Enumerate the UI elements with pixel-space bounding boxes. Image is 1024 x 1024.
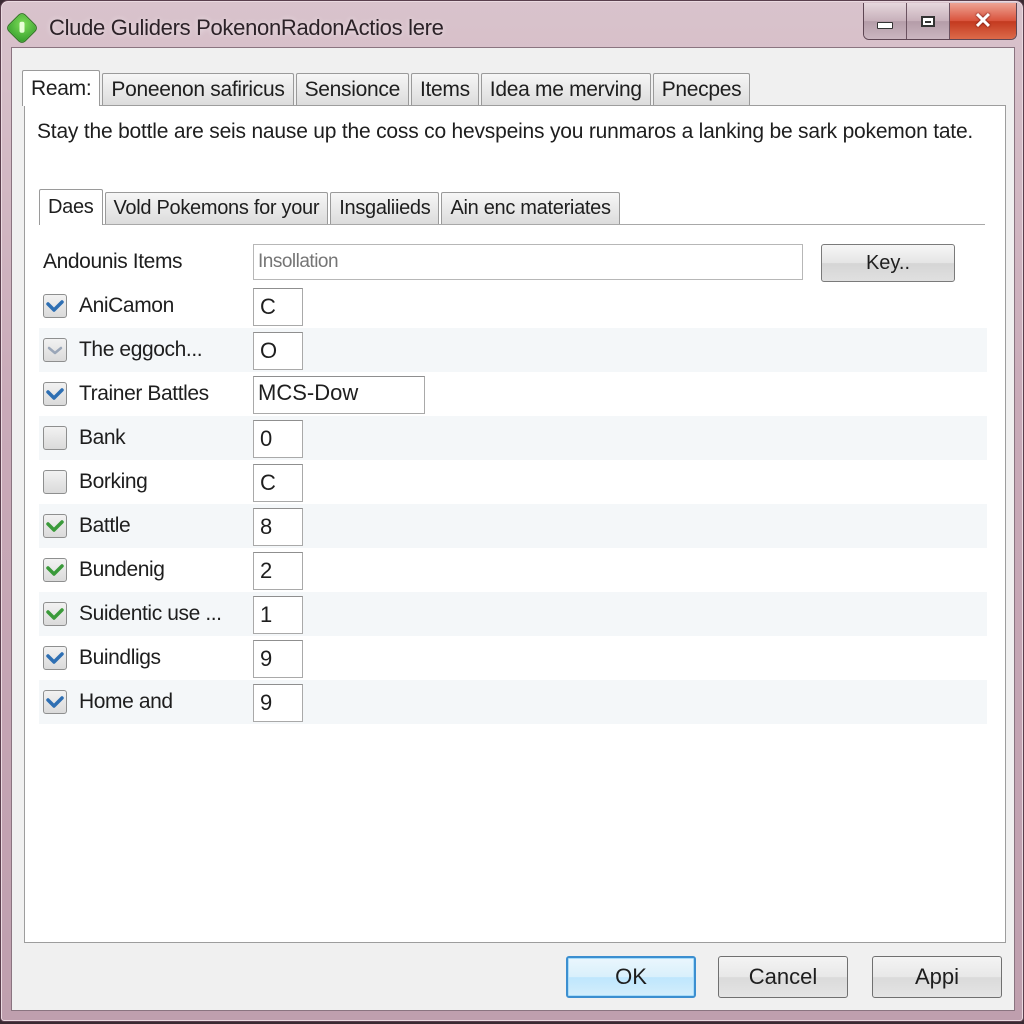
item-value-field[interactable]: 9 [253, 684, 303, 722]
path-input[interactable] [253, 244, 803, 280]
checkmark-icon [46, 564, 64, 576]
tab-sensionce[interactable]: Sensionce [295, 73, 409, 105]
item-label: Home and [79, 690, 173, 713]
tab-vold-pokemons[interactable]: Vold Pokemons for your [104, 192, 329, 224]
item-label: Battle [79, 514, 131, 537]
cancel-button[interactable]: Cancel [718, 956, 848, 998]
tab-daes[interactable]: Daes [39, 189, 103, 225]
key-button[interactable]: Key.. [821, 244, 955, 282]
item-value-field[interactable]: C [253, 288, 303, 326]
item-row: Trainer Battles MCS-Dow [39, 372, 987, 416]
item-value-field[interactable]: C [253, 464, 303, 502]
title-bar[interactable]: Clude Guliders PokenonRadonActios lere ✕ [1, 1, 1023, 49]
minimize-button[interactable] [864, 3, 907, 39]
tab-idea-me-merving[interactable]: Idea me merving [480, 73, 651, 105]
inner-tab-strip: Daes Vold Pokemons for your Insgaliieds … [39, 189, 622, 225]
tab-ain-enc-materiates[interactable]: Ain enc materiates [441, 192, 620, 224]
minimize-icon [877, 21, 893, 29]
item-value-field[interactable]: O [253, 332, 303, 370]
item-row: The eggoch... O [39, 328, 987, 372]
tab-items[interactable]: Items [410, 73, 479, 105]
item-row: Borking C [39, 460, 987, 504]
checkmark-icon [46, 300, 64, 312]
item-checkbox[interactable] [43, 602, 67, 626]
item-label: Bank [79, 426, 126, 449]
client-area: Ream: Poneenon safiricus Sensionce Items… [11, 47, 1015, 1011]
item-row: Bank 0 [39, 416, 987, 460]
item-checkbox[interactable] [43, 426, 67, 450]
item-label: Bundenig [79, 558, 165, 581]
checkmark-icon [46, 608, 64, 620]
tab-poneenon-safiricus[interactable]: Poneenon safiricus [102, 73, 294, 105]
window-title: Clude Guliders PokenonRadonActios lere [49, 15, 444, 40]
item-row: Suidentic use ... 1 [39, 592, 987, 636]
item-value-field[interactable]: 2 [253, 552, 303, 590]
close-icon: ✕ [973, 8, 993, 33]
item-label: Buindligs [79, 646, 161, 669]
checkmark-icon [46, 652, 64, 664]
item-label: The eggoch... [79, 338, 203, 361]
path-label: Andounis Items [43, 250, 183, 273]
item-value-field[interactable]: 8 [253, 508, 303, 546]
item-value-field[interactable]: 1 [253, 596, 303, 634]
item-row: Battle 8 [39, 504, 987, 548]
item-checkbox[interactable] [43, 470, 67, 494]
app-icon [6, 12, 38, 44]
item-checkbox[interactable] [43, 338, 67, 362]
item-label: Trainer Battles [79, 382, 209, 405]
item-value-field[interactable]: 9 [253, 640, 303, 678]
item-label: AniCamon [79, 294, 174, 317]
item-label: Borking [79, 470, 148, 493]
item-row: AniCamon C [39, 284, 987, 328]
item-row: Home and 9 [39, 680, 987, 724]
item-checkbox[interactable] [43, 690, 67, 714]
dialog-window: Clude Guliders PokenonRadonActios lere ✕… [0, 0, 1024, 1022]
tab-panel: Stay the bottle are seis nause up the co… [24, 105, 1006, 943]
item-checkbox[interactable] [43, 514, 67, 538]
path-row: Andounis Items Key.. [39, 240, 987, 284]
item-value-field[interactable]: MCS-Dow [253, 376, 425, 414]
item-label: Suidentic use ... [79, 602, 222, 625]
ok-button[interactable]: OK [566, 956, 696, 998]
tab-insgaliieds[interactable]: Insgaliieds [330, 192, 440, 224]
checkmark-icon [46, 388, 64, 400]
item-value-field[interactable]: 0 [253, 420, 303, 458]
checkmark-icon [46, 520, 64, 532]
item-row: Buindligs 9 [39, 636, 987, 680]
top-tab-strip: Ream: Poneenon safiricus Sensionce Items… [22, 70, 752, 106]
maximize-button[interactable] [907, 3, 950, 39]
item-checkbox[interactable] [43, 294, 67, 318]
apply-button[interactable]: Appi [872, 956, 1002, 998]
caption-buttons: ✕ [863, 3, 1017, 40]
item-checkbox[interactable] [43, 646, 67, 670]
tab-pnecpes[interactable]: Pnecpes [652, 73, 751, 105]
checkmark-icon [46, 696, 64, 708]
close-button[interactable]: ✕ [950, 3, 1016, 39]
checkmark-icon [47, 346, 63, 355]
description-text: Stay the bottle are seis nause up the co… [37, 120, 974, 143]
tab-ream[interactable]: Ream: [22, 70, 101, 106]
item-checkbox[interactable] [43, 558, 67, 582]
item-checkbox[interactable] [43, 382, 67, 406]
inner-tab-divider [39, 224, 985, 225]
item-row: Bundenig 2 [39, 548, 987, 592]
maximize-icon [921, 15, 935, 27]
